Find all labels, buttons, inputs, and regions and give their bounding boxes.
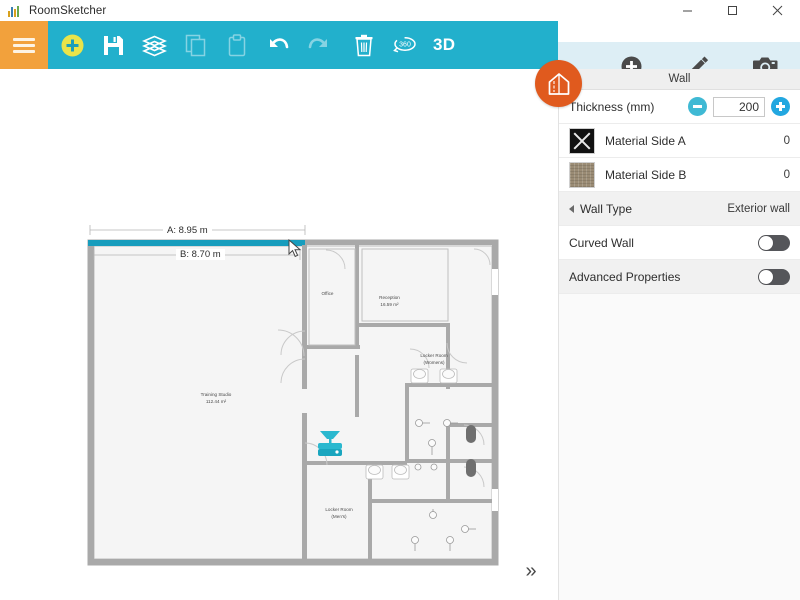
thickness-stepper xyxy=(688,97,790,117)
wall-type-row[interactable]: Wall Type Exterior wall xyxy=(559,192,800,226)
room-label-locker-room-womens: Locker Room (Womens) xyxy=(405,353,463,366)
expand-panel-button[interactable]: » xyxy=(516,556,546,586)
wall-type-label: Wall Type xyxy=(580,202,727,216)
house-logo-icon[interactable] xyxy=(535,60,582,107)
360-view-icon[interactable]: 360 xyxy=(384,21,425,69)
room-label-reception: Reception 16.59 m² xyxy=(362,295,417,308)
curved-wall-toggle[interactable] xyxy=(758,235,790,251)
svg-text:360: 360 xyxy=(399,41,411,48)
chevron-left-icon[interactable] xyxy=(569,205,574,213)
delete-icon[interactable] xyxy=(343,21,384,69)
no-material-swatch[interactable] xyxy=(569,128,595,154)
room-label-locker-room-mens: Locker Room (Men's) xyxy=(310,507,368,520)
redo-icon[interactable] xyxy=(298,21,339,69)
window-controls xyxy=(665,0,800,21)
room-label-office: Office xyxy=(305,291,350,298)
roomsketcher-logo-icon xyxy=(7,4,21,18)
advanced-properties-label: Advanced Properties xyxy=(569,270,758,284)
floorplan-drawing[interactable] xyxy=(0,69,558,600)
hamburger-menu-icon[interactable] xyxy=(0,21,48,69)
thickness-row: Thickness (mm) xyxy=(559,90,800,124)
material-side-b-value: 0 xyxy=(784,169,790,181)
material-side-a-row[interactable]: Material Side A 0 xyxy=(559,124,800,158)
minimize-icon[interactable] xyxy=(665,0,710,21)
maximize-icon[interactable] xyxy=(710,0,755,21)
wood-texture-swatch[interactable] xyxy=(569,162,595,188)
material-side-b-label: Material Side B xyxy=(605,168,784,182)
undo-icon[interactable] xyxy=(257,21,298,69)
plus-icon[interactable] xyxy=(771,97,790,116)
curved-wall-label: Curved Wall xyxy=(569,236,758,250)
roomsketcher-window: RoomSketcher xyxy=(0,0,800,600)
dimension-b[interactable]: B: 8.70 m xyxy=(176,249,225,260)
advanced-properties-row: Advanced Properties xyxy=(559,260,800,294)
curved-wall-row: Curved Wall xyxy=(559,226,800,260)
material-side-a-value: 0 xyxy=(784,135,790,147)
floorplan-canvas[interactable]: A: 8.95 m B: 8.70 m Training Studio 112.… xyxy=(0,69,558,600)
title-bar: RoomSketcher xyxy=(0,0,800,22)
dimension-a[interactable]: A: 8.95 m xyxy=(163,225,212,236)
room-label-training-studio: Training Studio 112.44 m² xyxy=(186,392,246,405)
thickness-input[interactable] xyxy=(713,97,765,117)
add-icon[interactable] xyxy=(52,21,93,69)
save-icon[interactable] xyxy=(93,21,134,69)
close-icon[interactable] xyxy=(755,0,800,21)
paste-icon[interactable] xyxy=(216,21,257,69)
copy-icon[interactable] xyxy=(175,21,216,69)
selected-wall xyxy=(88,240,305,246)
minus-icon[interactable] xyxy=(688,97,707,116)
material-side-a-label: Material Side A xyxy=(605,134,784,148)
thickness-label: Thickness (mm) xyxy=(569,100,688,114)
advanced-properties-toggle[interactable] xyxy=(758,269,790,285)
mouse-pointer-icon xyxy=(288,239,304,259)
panel-title: Wall xyxy=(559,69,800,90)
layers-icon[interactable] xyxy=(134,21,175,69)
3d-view-button[interactable]: 3D xyxy=(433,35,455,55)
toolbar-row: 360 3D xyxy=(0,21,800,69)
main-toolbar: 360 3D xyxy=(48,21,558,69)
wall-type-value: Exterior wall xyxy=(727,203,790,215)
wall-properties-panel: Wall Thickness (mm) Material Side A 0 xyxy=(558,69,800,600)
window-title: RoomSketcher xyxy=(29,5,106,17)
material-side-b-row[interactable]: Material Side B 0 xyxy=(559,158,800,192)
